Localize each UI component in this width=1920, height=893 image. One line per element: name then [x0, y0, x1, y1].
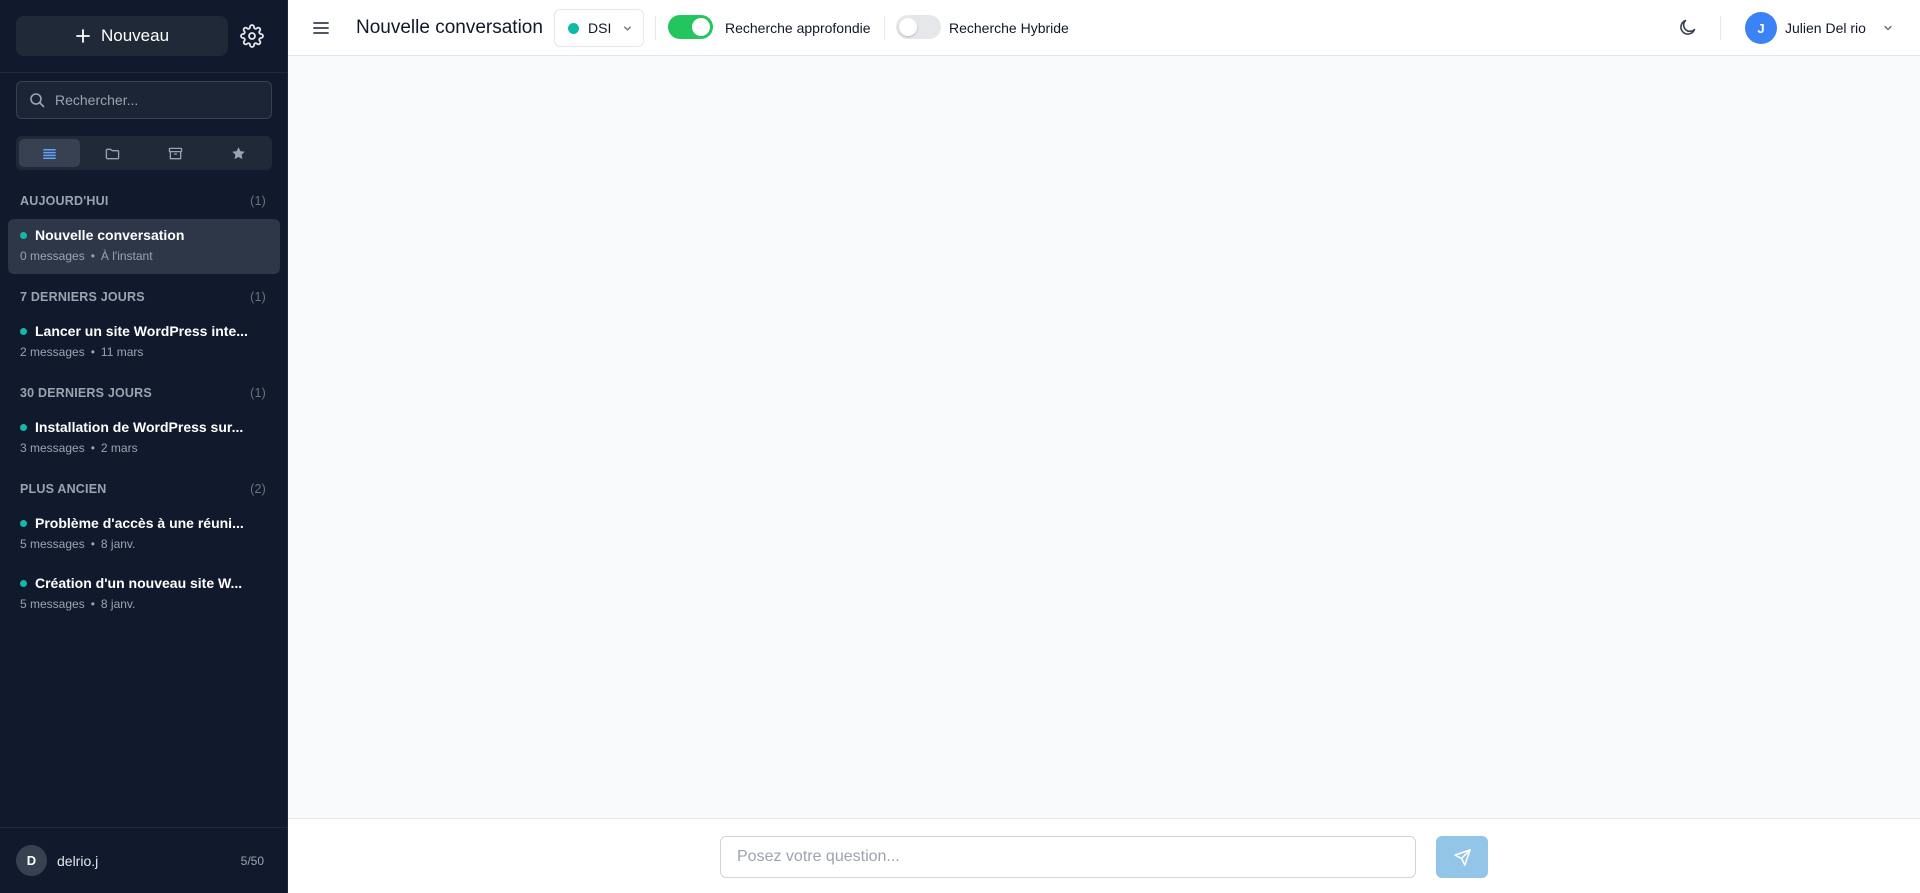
hybrid-search-toggle[interactable] [896, 15, 941, 39]
group-count: (1) [250, 194, 266, 208]
hybrid-search-label: Recherche Hybride [949, 20, 1069, 36]
conversation-message-count: 5 messages [20, 537, 85, 551]
chevron-down-icon [624, 25, 632, 31]
search-input[interactable] [55, 92, 255, 108]
deep-search-label: Recherche approfondie [725, 20, 871, 36]
group-label: 7 DERNIERS JOURS [20, 290, 145, 304]
conversation-time: 8 janv. [100, 597, 136, 611]
composer-bar [288, 818, 1920, 893]
conversation-message-count: 0 messages [20, 249, 85, 263]
folder-icon [105, 148, 120, 159]
top-header: Nouvelle conversation DSI Recherche appr… [288, 0, 1920, 56]
conversation-time: 11 mars [100, 345, 144, 359]
tab-archive[interactable] [145, 139, 206, 167]
conversation-message-count: 3 messages [20, 441, 85, 455]
conversation-item[interactable]: Installation de WordPress sur... 3 messa… [8, 411, 280, 466]
conversation-message-count: 5 messages [20, 597, 85, 611]
conversation-title: Création d'un nouveau site W... [35, 575, 243, 591]
conversation-title: Problème d'accès à une réuni... [35, 515, 244, 531]
send-icon [1453, 848, 1471, 866]
question-input[interactable] [720, 836, 1416, 878]
moon-icon[interactable] [1678, 17, 1698, 37]
header-divider [655, 16, 656, 40]
group-header-30-days: 30 DERNIERS JOURS (1) [20, 386, 266, 400]
chat-area [288, 56, 1920, 818]
status-dot [20, 579, 27, 587]
user-avatar[interactable]: J [1745, 12, 1777, 44]
deep-search-toggle[interactable] [668, 15, 713, 39]
conversation-title: Lancer un site WordPress inte... [35, 323, 248, 339]
plus-icon [76, 29, 90, 43]
tab-all-list[interactable] [19, 139, 80, 167]
search-icon [30, 93, 45, 108]
conversation-item[interactable]: Lancer un site WordPress inte... 2 messa… [8, 315, 280, 370]
conversation-time: À l'instant [100, 249, 153, 263]
group-count: (1) [250, 386, 266, 400]
header-divider [1720, 16, 1721, 40]
sidebar: Nouveau AUJOURD'HUI (1) Nouvelle convers… [0, 0, 288, 893]
user-name[interactable]: Julien Del rio [1785, 20, 1866, 36]
search-box[interactable] [16, 81, 272, 119]
status-dot [20, 423, 27, 431]
send-button[interactable] [1436, 836, 1488, 878]
group-label: AUJOURD'HUI [20, 194, 109, 208]
status-dot [20, 231, 27, 239]
sidebar-divider [0, 72, 288, 73]
sidebar-user-footer: D delrio.j 5/50 [0, 827, 288, 893]
group-count: (1) [250, 290, 266, 304]
page-title: Nouvelle conversation [356, 17, 543, 38]
department-selector[interactable]: DSI [554, 9, 644, 47]
list-icon [43, 148, 56, 159]
new-conversation-button[interactable]: Nouveau [16, 16, 228, 56]
conversation-item[interactable]: Création d'un nouveau site W... 5 messag… [8, 567, 280, 622]
conversation-time: 8 janv. [100, 537, 136, 551]
status-dot [20, 327, 27, 335]
conversation-message-count: 2 messages [20, 345, 85, 359]
group-header-older: PLUS ANCIEN (2) [20, 482, 266, 496]
group-label: 30 DERNIERS JOURS [20, 386, 152, 400]
conversation-item[interactable]: Problème d'accès à une réuni... 5 messag… [8, 507, 280, 562]
tab-favorites[interactable] [208, 139, 269, 167]
toggle-knob [899, 18, 917, 36]
department-dot [568, 22, 579, 34]
conversation-title: Nouvelle conversation [35, 227, 185, 243]
group-header-7-days: 7 DERNIERS JOURS (1) [20, 290, 266, 304]
conversation-item[interactable]: Nouvelle conversation 0 messages • À l'ins… [8, 219, 280, 274]
star-icon [232, 146, 245, 159]
username: delrio.j [57, 852, 99, 869]
header-divider [884, 16, 885, 40]
chevron-down-icon[interactable] [1882, 22, 1894, 34]
archive-icon [168, 147, 183, 159]
department-label: DSI [588, 20, 612, 36]
group-label: PLUS ANCIEN [20, 482, 107, 496]
conversation-title: Installation de WordPress sur... [35, 419, 244, 435]
group-count: (2) [250, 482, 266, 496]
new-conversation-label: Nouveau [100, 26, 170, 45]
usage-quota: 5/50 [240, 853, 264, 868]
toggle-knob [692, 18, 710, 36]
gear-icon[interactable] [240, 24, 264, 48]
conversation-time: 2 mars [100, 441, 138, 455]
conversation-filter-tabs [16, 136, 272, 170]
tab-folders[interactable] [82, 139, 143, 167]
status-dot [20, 519, 27, 527]
group-header-today: AUJOURD'HUI (1) [20, 194, 266, 208]
menu-icon[interactable] [311, 18, 331, 38]
avatar[interactable]: D [16, 845, 47, 876]
